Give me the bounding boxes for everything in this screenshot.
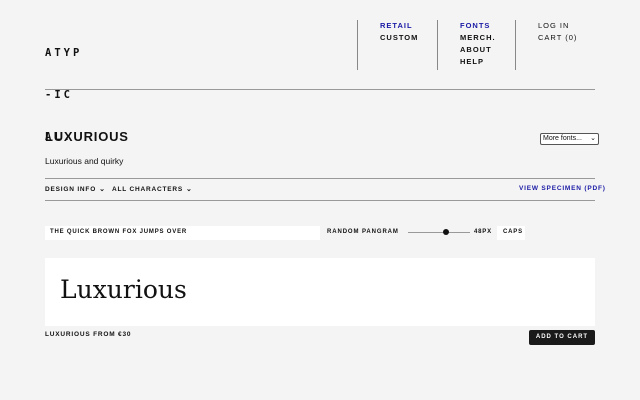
random-pangram-button[interactable]: RANDOM PANGRAM [327,229,399,235]
view-specimen-link[interactable]: VIEW SPECIMEN (PDF) [519,185,606,192]
pangram-input[interactable]: THE QUICK BROWN FOX JUMPS OVER [45,226,320,240]
nav-custom[interactable]: CUSTOM [380,32,418,44]
nav-column-fonts: FONTS MERCH. ABOUT HELP [460,20,496,68]
chevron-down-icon: ⌄ [99,186,106,193]
add-to-cart-button[interactable]: ADD TO CART [529,330,595,345]
nav-divider [357,20,358,70]
size-value: 48PX [474,229,492,235]
type-preview[interactable]: Luxurious [45,258,595,326]
size-slider-track[interactable] [408,232,470,233]
caps-label: CAPS [503,229,523,235]
chevron-down-icon: ⌄ [590,135,596,142]
preview-text: Luxurious [60,275,187,304]
nav-log-in[interactable]: LOG IN [538,20,577,32]
tab-design-info-label: DESIGN INFO [45,186,97,193]
nav-cart[interactable]: CART (0) [538,32,577,44]
tab-all-characters[interactable]: ALL CHARACTERS ⌄ [112,185,193,193]
chevron-down-icon: ⌄ [186,186,193,193]
pangram-text: THE QUICK BROWN FOX JUMPS OVER [50,229,188,235]
nav-column-retail: RETAIL CUSTOM [380,20,418,44]
nav-help[interactable]: HELP [460,56,496,68]
price-label: LUXURIOUS FROM €30 [45,331,132,338]
nav-merch[interactable]: MERCH. [460,32,496,44]
font-description: Luxurious and quirky [45,156,124,166]
tab-design-info[interactable]: DESIGN INFO ⌄ [45,185,106,193]
nav-column-account: LOG IN CART (0) [538,20,577,44]
tabs-bottom-divider [45,200,595,201]
nav-divider [515,20,516,70]
size-slider-handle[interactable] [443,229,449,235]
nav-about[interactable]: ABOUT [460,44,496,56]
more-fonts-label: More fonts... [543,135,582,142]
nav-divider [437,20,438,70]
logo-line-1: ATYP [45,47,83,59]
logo-line-2: -IC [45,89,73,101]
tabs-top-divider [45,178,595,179]
nav-retail[interactable]: RETAIL [380,20,418,32]
header-divider [45,89,595,90]
font-title: LUXURIOUS [45,129,129,144]
more-fonts-select[interactable]: More fonts... ⌄ [540,133,599,145]
tab-all-characters-label: ALL CHARACTERS [112,186,184,193]
nav-fonts[interactable]: FONTS [460,20,496,32]
caps-toggle[interactable]: CAPS [497,226,525,240]
